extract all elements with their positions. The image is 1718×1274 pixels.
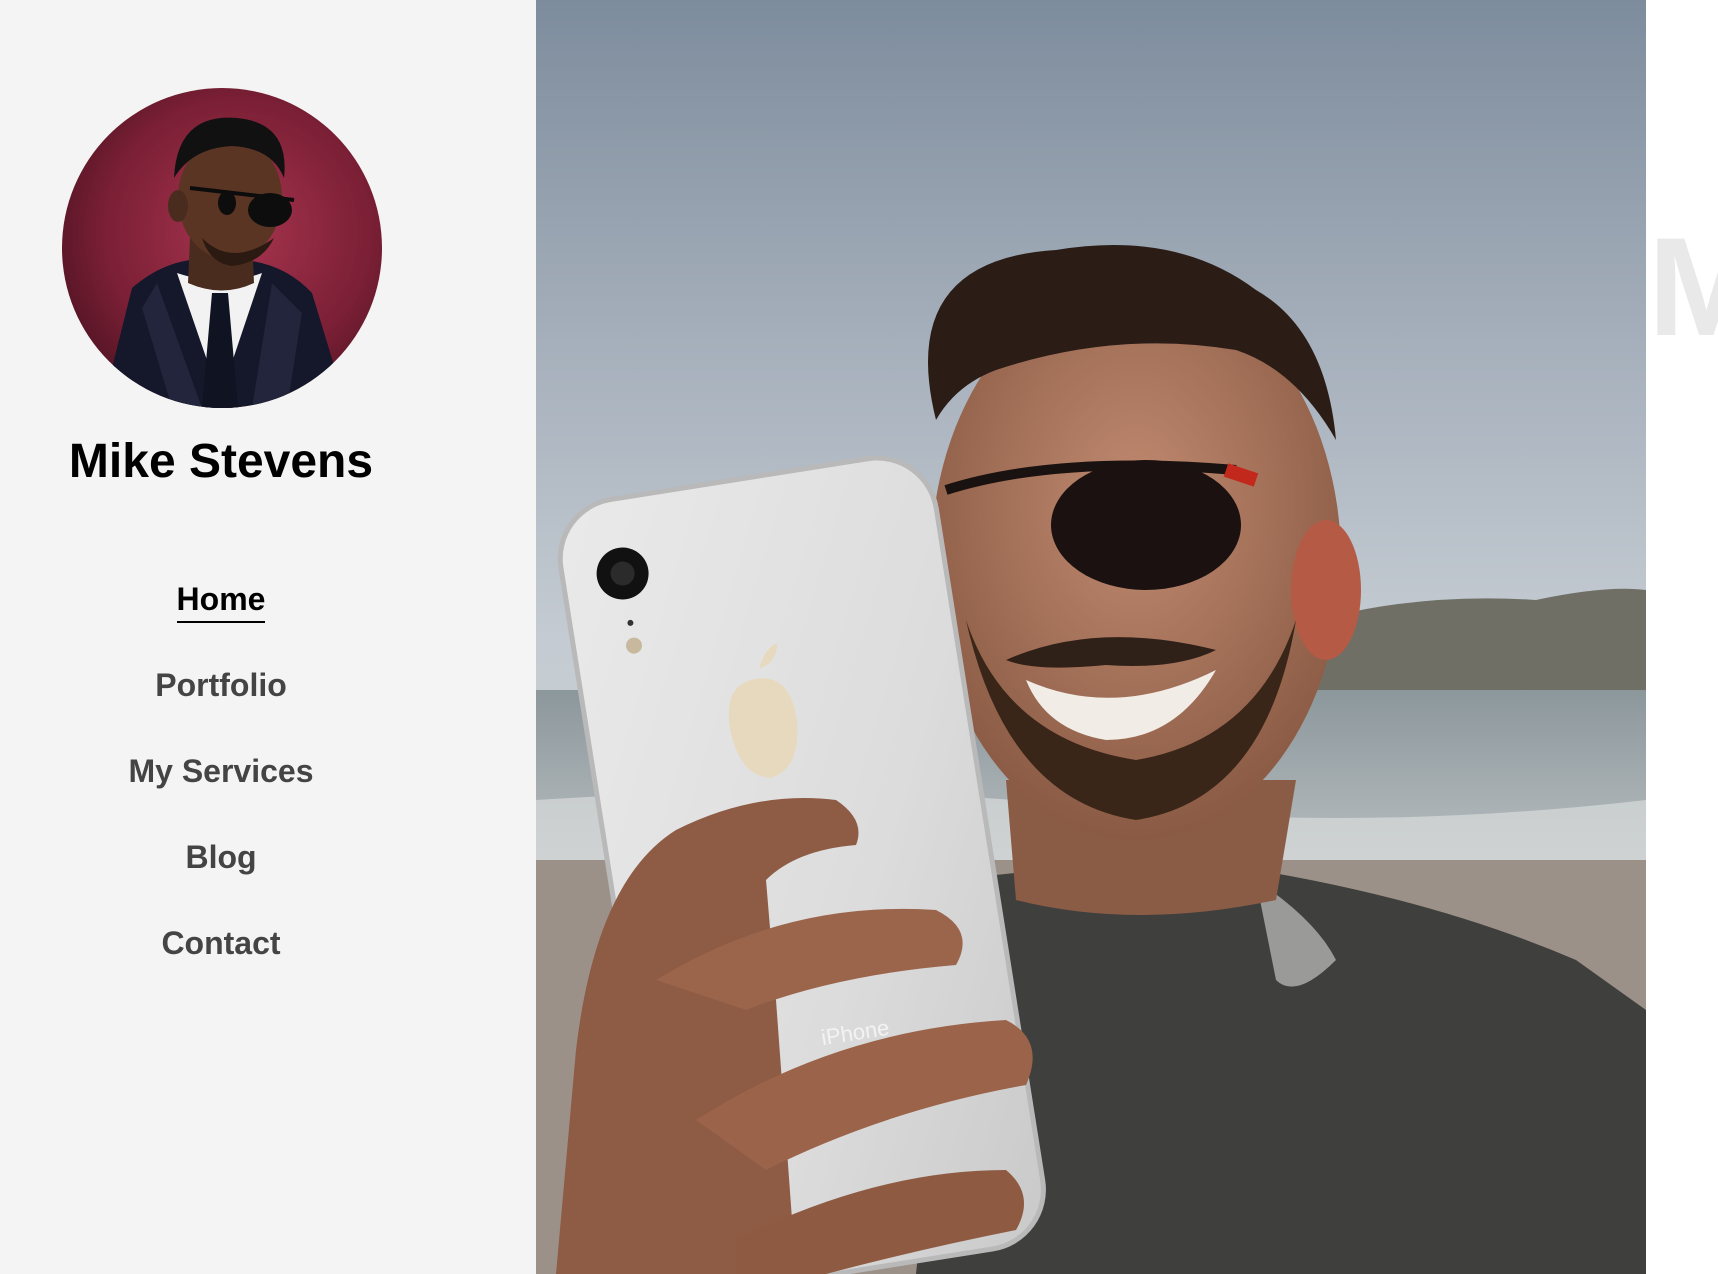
- main-nav: Home Portfolio My Services Blog Contact: [0, 578, 442, 1008]
- page: Mike Stevens Home Portfolio My Services …: [0, 0, 1718, 1274]
- nav-link-my-services[interactable]: My Services: [128, 750, 313, 792]
- hero-image: iPhone: [536, 0, 1646, 1274]
- ghost-heading: M: [1648, 208, 1718, 365]
- nav-link-portfolio[interactable]: Portfolio: [155, 664, 287, 706]
- nav-link-home[interactable]: Home: [176, 578, 266, 623]
- nav-item-blog: Blog: [0, 836, 442, 922]
- nav-item-portfolio: Portfolio: [0, 664, 442, 750]
- nav-item-home: Home: [0, 578, 442, 664]
- profile-avatar[interactable]: [62, 88, 382, 408]
- nav-item-my-services: My Services: [0, 750, 442, 836]
- hero-photo: [536, 0, 1646, 1274]
- site-name: Mike Stevens: [68, 435, 374, 488]
- nav-item-contact: Contact: [0, 922, 442, 1008]
- nav-link-blog[interactable]: Blog: [185, 836, 256, 878]
- avatar-photo: [62, 88, 382, 408]
- sidebar: Mike Stevens Home Portfolio My Services …: [0, 0, 536, 1274]
- nav-link-contact[interactable]: Contact: [161, 922, 280, 964]
